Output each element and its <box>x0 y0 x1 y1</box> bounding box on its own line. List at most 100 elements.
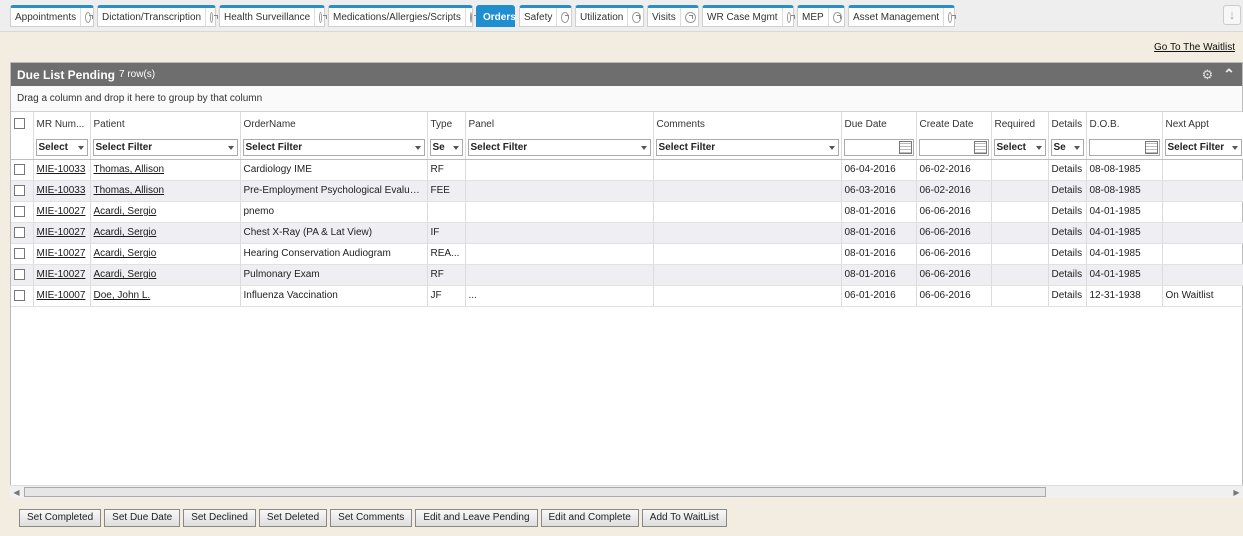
row-checkbox[interactable] <box>14 226 25 238</box>
popout-icon[interactable] <box>319 11 327 23</box>
row-select-cell[interactable] <box>11 222 34 244</box>
cell-details[interactable]: Details <box>1048 180 1087 202</box>
popout-icon[interactable] <box>948 11 956 23</box>
tab-visits[interactable]: Visits <box>647 5 699 27</box>
set-deleted-button[interactable]: Set Deleted <box>258 509 328 527</box>
tab-medications-allergies-scripts[interactable]: Medications/Allergies/Scripts <box>328 5 478 27</box>
row-select-cell[interactable] <box>11 243 34 265</box>
edit-and-leave-pending-button[interactable]: Edit and Leave Pending <box>415 509 538 527</box>
table-row[interactable]: MIE-10033 Thomas, Allison Pre-Employment P… <box>11 180 1243 202</box>
row-select-cell[interactable] <box>11 285 34 307</box>
patient-link[interactable]: Thomas, Allison <box>94 164 165 175</box>
cell-details[interactable]: Details <box>1048 222 1087 244</box>
tab-asset-management[interactable]: Asset Management <box>848 5 956 27</box>
calendar-icon[interactable] <box>973 140 987 154</box>
tab-utilization[interactable]: Utilization <box>575 5 644 27</box>
popout-icon[interactable] <box>832 11 842 23</box>
popout-icon[interactable] <box>561 11 569 23</box>
mr-number-link[interactable]: MIE-10027 <box>37 248 86 259</box>
row-checkbox[interactable] <box>14 247 25 259</box>
go-to-waitlist-link[interactable]: Go To The Waitlist <box>1154 42 1235 53</box>
column-header[interactable]: Panel <box>465 112 654 136</box>
due-date-filter-input[interactable] <box>843 138 914 156</box>
tab-appointments[interactable]: Appointments <box>10 5 94 27</box>
select-all-cell[interactable] <box>11 112 34 136</box>
patient-link[interactable]: Doe, John L. <box>94 290 151 301</box>
popout-icon[interactable] <box>210 11 218 23</box>
popout-icon[interactable] <box>786 11 796 23</box>
table-row[interactable]: MIE-10027 Acardi, Sergio pnemo 08-01-2016 06… <box>11 201 1243 223</box>
set-completed-button[interactable]: Set Completed <box>19 509 102 527</box>
group-by-drop-zone[interactable]: Drag a column and drop it here to group … <box>11 86 1242 112</box>
patient-filter-select[interactable]: Select Filter <box>92 138 238 156</box>
column-header[interactable]: D.O.B. <box>1086 112 1163 136</box>
row-select-cell[interactable] <box>11 159 34 181</box>
table-row[interactable]: MIE-10007 Doe, John L. Influenza Vaccinati… <box>11 285 1243 307</box>
select-all-checkbox[interactable] <box>14 118 25 130</box>
tab-safety[interactable]: Safety <box>519 5 572 27</box>
row-checkbox[interactable] <box>14 289 25 301</box>
popout-icon[interactable] <box>684 11 696 23</box>
table-row[interactable]: MIE-10027 Acardi, Sergio Chest X-Ray (PA &… <box>11 222 1243 244</box>
cell-details[interactable]: Details <box>1048 201 1087 223</box>
table-row[interactable]: MIE-10027 Acardi, Sergio Hearing Conservat… <box>11 243 1243 265</box>
popout-icon[interactable] <box>469 11 478 23</box>
tab-wr-case-mgmt[interactable]: WR Case Mgmt <box>702 5 796 27</box>
type-filter-select[interactable]: Se <box>429 138 463 156</box>
table-row[interactable]: MIE-10027 Acardi, Sergio Pulmonary Exam RF 0… <box>11 264 1243 286</box>
cell-details[interactable]: Details <box>1048 243 1087 265</box>
mr-filter-select[interactable]: Select <box>35 138 88 156</box>
row-select-cell[interactable] <box>11 180 34 202</box>
patient-link[interactable]: Acardi, Sergio <box>94 227 157 238</box>
column-header[interactable]: Due Date <box>841 112 917 136</box>
table-row[interactable]: MIE-10033 Thomas, Allison Cardiology IME RF… <box>11 159 1243 181</box>
dob-filter-input[interactable] <box>1088 138 1160 156</box>
details-filter-select[interactable]: Se <box>1050 138 1084 156</box>
scroll-down-icon[interactable]: ↓ <box>1223 5 1241 25</box>
edit-and-complete-button[interactable]: Edit and Complete <box>540 509 639 527</box>
ordername-filter-select[interactable]: Select Filter <box>242 138 425 156</box>
mr-number-link[interactable]: MIE-10033 <box>37 185 86 196</box>
column-header[interactable]: Next Appt <box>1162 112 1243 136</box>
column-header[interactable]: Create Date <box>916 112 992 136</box>
required-filter-select[interactable]: Select <box>993 138 1046 156</box>
tab-health-surveillance[interactable]: Health Surveillance <box>219 5 327 27</box>
cell-details[interactable]: Details <box>1048 264 1087 286</box>
mr-number-link[interactable]: MIE-10027 <box>37 206 86 217</box>
scroll-right-icon[interactable]: ▶ <box>1230 486 1243 499</box>
gear-icon[interactable]: ⚙ <box>1201 68 1214 81</box>
column-header[interactable]: Comments <box>653 112 842 136</box>
scrollbar-thumb[interactable] <box>24 487 1046 497</box>
set-comments-button[interactable]: Set Comments <box>330 509 413 527</box>
row-checkbox[interactable] <box>14 163 25 175</box>
column-header[interactable]: OrderName <box>240 112 428 136</box>
mr-number-link[interactable]: MIE-10033 <box>37 164 86 175</box>
calendar-icon[interactable] <box>898 140 912 154</box>
row-checkbox[interactable] <box>14 268 25 280</box>
column-header[interactable]: MR Num... <box>33 112 91 136</box>
patient-link[interactable]: Acardi, Sergio <box>94 248 157 259</box>
popout-icon[interactable] <box>85 11 93 23</box>
cell-details[interactable]: Details <box>1048 285 1087 307</box>
tab-mep[interactable]: MEP <box>797 5 845 27</box>
next-appt-filter-select[interactable]: Select Filter <box>1164 138 1242 156</box>
patient-link[interactable]: Thomas, Allison <box>94 185 165 196</box>
add-to-waitlist-button[interactable]: Add To WaitList <box>641 509 727 527</box>
column-header[interactable]: Details <box>1048 112 1087 136</box>
chevron-up-icon[interactable]: ⌃ <box>1222 67 1236 81</box>
panel-filter-select[interactable]: Select Filter <box>467 138 651 156</box>
create-date-filter-input[interactable] <box>918 138 989 156</box>
mr-number-link[interactable]: MIE-10007 <box>37 290 86 301</box>
column-header[interactable]: Patient <box>90 112 241 136</box>
column-header[interactable]: Required <box>991 112 1049 136</box>
comments-filter-select[interactable]: Select Filter <box>655 138 839 156</box>
patient-link[interactable]: Acardi, Sergio <box>94 269 157 280</box>
mr-number-link[interactable]: MIE-10027 <box>37 269 86 280</box>
row-checkbox[interactable] <box>14 205 25 217</box>
tab-dictation-transcription[interactable]: Dictation/Transcription <box>97 5 218 27</box>
calendar-icon[interactable] <box>1144 140 1158 154</box>
mr-number-link[interactable]: MIE-10027 <box>37 227 86 238</box>
row-checkbox[interactable] <box>14 184 25 196</box>
column-header[interactable]: Type <box>427 112 466 136</box>
horizontal-scrollbar[interactable]: ◀ ▶ <box>10 485 1243 498</box>
